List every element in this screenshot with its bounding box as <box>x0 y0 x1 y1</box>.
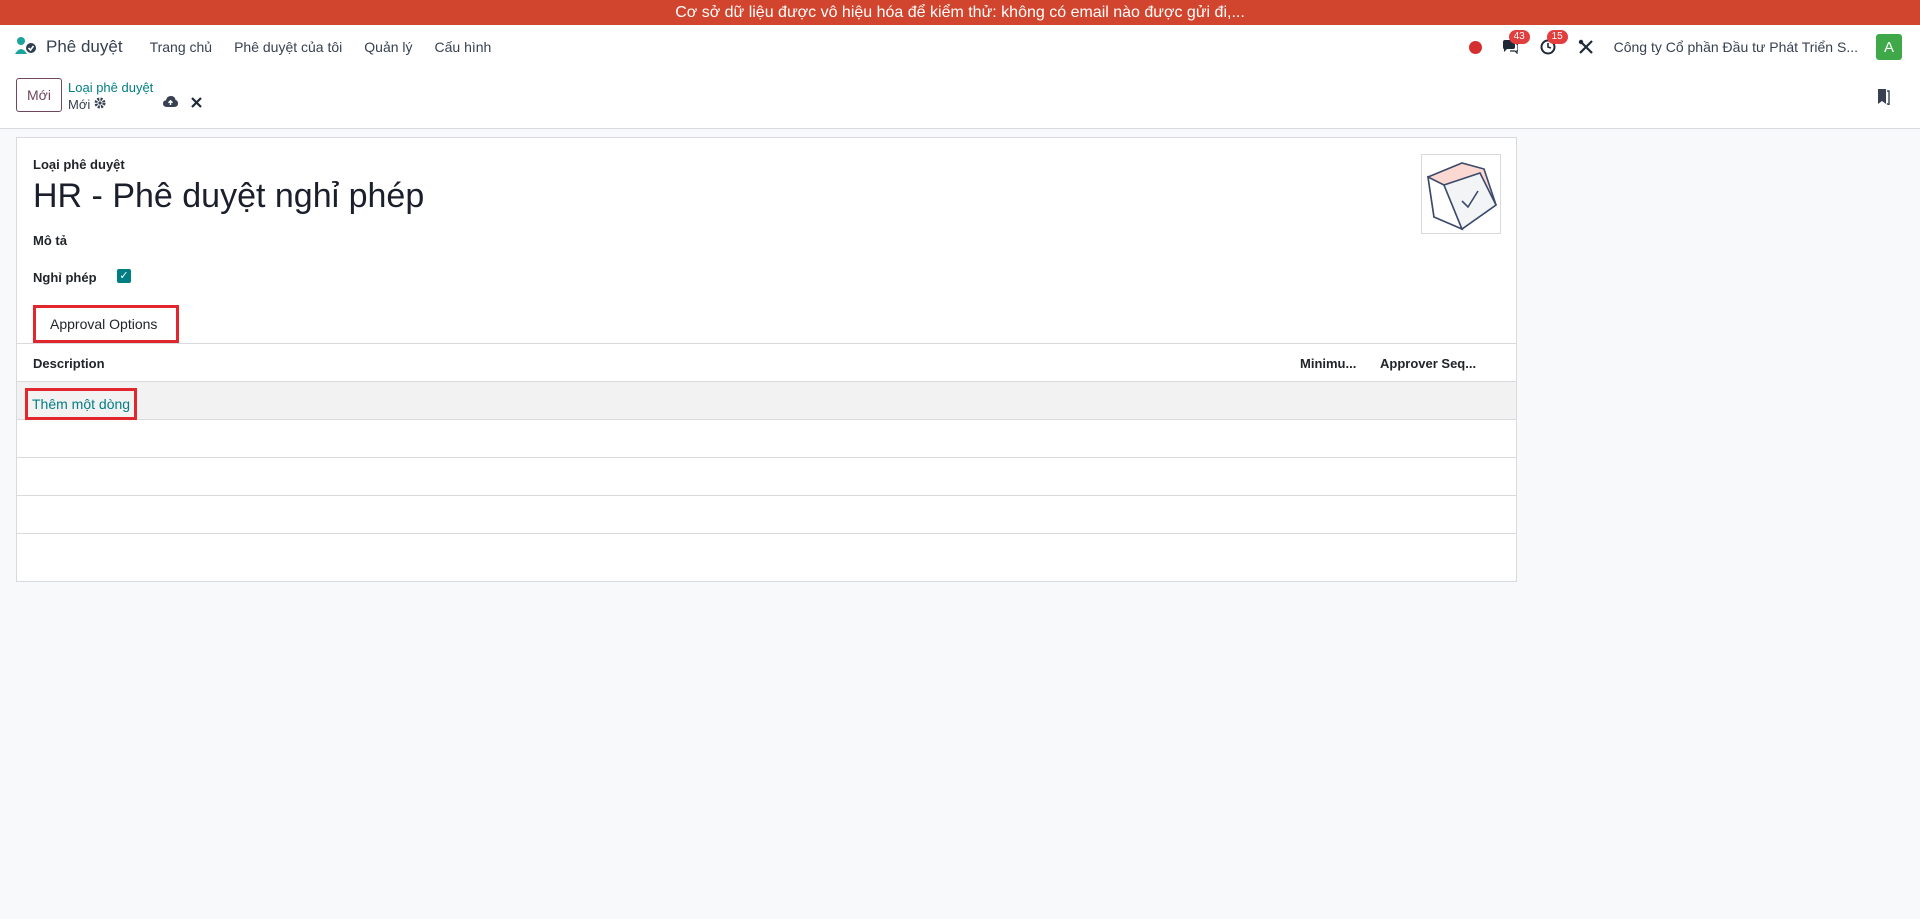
messages-count-badge: 43 <box>1508 30 1530 44</box>
activities-count-badge: 15 <box>1546 30 1568 44</box>
messages-icon[interactable]: 43 <box>1500 30 1530 57</box>
table-header: Description Minimu... Approver Seq... <box>17 344 1516 382</box>
column-approver-sequence[interactable]: Approver Seq... <box>1380 356 1476 371</box>
activities-clock-icon[interactable]: 15 <box>1538 30 1568 57</box>
gear-icon[interactable] <box>94 97 106 112</box>
leave-label: Nghỉ phép <box>33 270 97 285</box>
top-navbar: Phê duyệt Trang chủ Phê duyệt của tôi Qu… <box>0 25 1920 69</box>
debug-tools-icon[interactable] <box>1576 37 1596 57</box>
control-panel: Mới Loại phê duyệt Mới <box>0 69 1920 129</box>
leave-checkbox[interactable]: ✓ <box>117 269 131 283</box>
table-row <box>17 496 1516 534</box>
approvals-app-icon <box>14 36 38 58</box>
tab-approval-options[interactable]: Approval Options <box>33 305 179 343</box>
breadcrumb-current: Mới <box>68 97 106 112</box>
new-button[interactable]: Mới <box>16 78 62 112</box>
form-sheet: Loại phê duyệt HR - Phê duyệt nghỉ phép … <box>16 137 1517 582</box>
menu-configuration[interactable]: Cấu hình <box>435 39 492 55</box>
company-switcher[interactable]: Công ty Cổ phần Đầu tư Phát Triển S... <box>1614 39 1858 55</box>
user-avatar[interactable]: A <box>1876 34 1902 60</box>
category-image[interactable] <box>1421 154 1501 234</box>
add-line-link[interactable]: Thêm một dòng <box>25 388 138 420</box>
tab-approval-options-label: Approval Options <box>50 316 158 332</box>
discard-close-icon[interactable] <box>191 96 202 111</box>
column-description[interactable]: Description <box>33 356 105 371</box>
approval-type-name-field[interactable]: HR - Phê duyệt nghỉ phép <box>33 177 424 216</box>
breadcrumb-current-label: Mới <box>68 97 91 112</box>
description-label: Mô tả <box>33 233 67 248</box>
breadcrumb-parent-link[interactable]: Loại phê duyệt <box>68 80 153 95</box>
table-row <box>17 458 1516 496</box>
table-row <box>17 420 1516 458</box>
menu-home[interactable]: Trang chủ <box>150 39 213 55</box>
save-cloud-icon[interactable] <box>163 96 178 111</box>
approval-type-label: Loại phê duyệt <box>33 157 125 172</box>
table-add-row: Thêm một dòng <box>17 382 1516 420</box>
test-mode-banner: Cơ sở dữ liệu được vô hiệu hóa để kiểm t… <box>0 0 1920 25</box>
menu-manage[interactable]: Quản lý <box>364 39 412 55</box>
menu-my-approvals[interactable]: Phê duyệt của tôi <box>234 39 342 55</box>
column-minimum[interactable]: Minimu... <box>1300 356 1356 371</box>
app-brand[interactable]: Phê duyệt <box>14 36 123 58</box>
recording-indicator[interactable] <box>1468 40 1482 54</box>
app-name: Phê duyệt <box>46 37 123 56</box>
bookmark-icon[interactable] <box>1877 89 1890 108</box>
